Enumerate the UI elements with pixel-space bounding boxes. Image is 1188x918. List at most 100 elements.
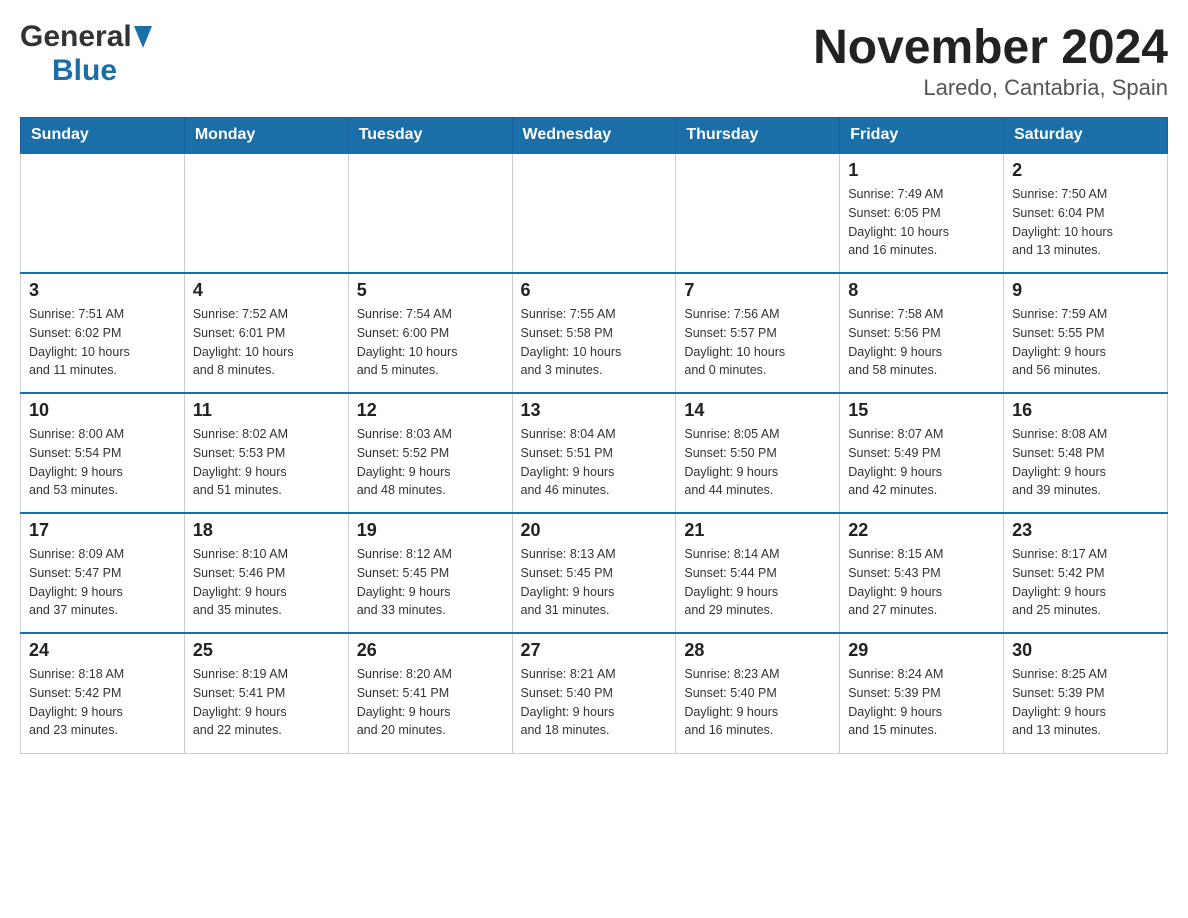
day-number: 10 bbox=[29, 400, 176, 421]
day-info: Sunrise: 8:04 AM Sunset: 5:51 PM Dayligh… bbox=[521, 425, 668, 500]
day-number: 27 bbox=[521, 640, 668, 661]
logo: General Blue bbox=[20, 20, 152, 88]
day-info: Sunrise: 7:58 AM Sunset: 5:56 PM Dayligh… bbox=[848, 305, 995, 380]
day-cell: 1 Sunrise: 7:49 AM Sunset: 6:05 PM Daylig… bbox=[840, 153, 1004, 273]
day-cell: 11 Sunrise: 8:02 AM Sunset: 5:53 PM Dayli… bbox=[184, 393, 348, 513]
day-cell: 16 Sunrise: 8:08 AM Sunset: 5:48 PM Dayli… bbox=[1004, 393, 1168, 513]
day-info: Sunrise: 8:02 AM Sunset: 5:53 PM Dayligh… bbox=[193, 425, 340, 500]
day-number: 7 bbox=[684, 280, 831, 301]
day-info: Sunrise: 8:07 AM Sunset: 5:49 PM Dayligh… bbox=[848, 425, 995, 500]
day-number: 14 bbox=[684, 400, 831, 421]
day-cell bbox=[676, 153, 840, 273]
day-number: 16 bbox=[1012, 400, 1159, 421]
day-info: Sunrise: 8:14 AM Sunset: 5:44 PM Dayligh… bbox=[684, 545, 831, 620]
day-cell: 30Sunrise: 8:25 AM Sunset: 5:39 PM Dayli… bbox=[1004, 633, 1168, 753]
day-info: Sunrise: 8:12 AM Sunset: 5:45 PM Dayligh… bbox=[357, 545, 504, 620]
day-cell: 24Sunrise: 8:18 AM Sunset: 5:42 PM Dayli… bbox=[21, 633, 185, 753]
day-info: Sunrise: 7:54 AM Sunset: 6:00 PM Dayligh… bbox=[357, 305, 504, 380]
day-cell: 9Sunrise: 7:59 AM Sunset: 5:55 PM Daylig… bbox=[1004, 273, 1168, 393]
day-info: Sunrise: 8:05 AM Sunset: 5:50 PM Dayligh… bbox=[684, 425, 831, 500]
day-cell: 18 Sunrise: 8:10 AM Sunset: 5:46 PM Dayli… bbox=[184, 513, 348, 633]
day-number: 29 bbox=[848, 640, 995, 661]
logo-arrow-icon bbox=[134, 26, 152, 48]
day-info: Sunrise: 8:18 AM Sunset: 5:42 PM Dayligh… bbox=[29, 665, 176, 740]
day-cell bbox=[512, 153, 676, 273]
day-cell: 8 Sunrise: 7:58 AM Sunset: 5:56 PM Daylig… bbox=[840, 273, 1004, 393]
day-number: 25 bbox=[193, 640, 340, 661]
day-cell: 19Sunrise: 8:12 AM Sunset: 5:45 PM Dayli… bbox=[348, 513, 512, 633]
day-cell bbox=[184, 153, 348, 273]
weekday-header-tuesday: Tuesday bbox=[348, 118, 512, 154]
calendar-table: SundayMondayTuesdayWednesdayThursdayFrid… bbox=[20, 117, 1168, 754]
day-info: Sunrise: 8:13 AM Sunset: 5:45 PM Dayligh… bbox=[521, 545, 668, 620]
day-info: Sunrise: 7:59 AM Sunset: 5:55 PM Dayligh… bbox=[1012, 305, 1159, 380]
day-cell: 5Sunrise: 7:54 AM Sunset: 6:00 PM Daylig… bbox=[348, 273, 512, 393]
day-cell: 26 Sunrise: 8:20 AM Sunset: 5:41 PM Dayli… bbox=[348, 633, 512, 753]
week-row-1: 1 Sunrise: 7:49 AM Sunset: 6:05 PM Daylig… bbox=[21, 153, 1168, 273]
day-info: Sunrise: 7:52 AM Sunset: 6:01 PM Dayligh… bbox=[193, 305, 340, 380]
day-info: Sunrise: 7:50 AM Sunset: 6:04 PM Dayligh… bbox=[1012, 185, 1159, 260]
day-cell: 20Sunrise: 8:13 AM Sunset: 5:45 PM Dayli… bbox=[512, 513, 676, 633]
day-cell: 2 Sunrise: 7:50 AM Sunset: 6:04 PM Daylig… bbox=[1004, 153, 1168, 273]
weekday-header-friday: Friday bbox=[840, 118, 1004, 154]
day-number: 26 bbox=[357, 640, 504, 661]
day-cell: 3Sunrise: 7:51 AM Sunset: 6:02 PM Daylig… bbox=[21, 273, 185, 393]
day-number: 13 bbox=[521, 400, 668, 421]
day-cell: 13 Sunrise: 8:04 AM Sunset: 5:51 PM Dayli… bbox=[512, 393, 676, 513]
day-number: 28 bbox=[684, 640, 831, 661]
day-number: 21 bbox=[684, 520, 831, 541]
week-row-4: 17 Sunrise: 8:09 AM Sunset: 5:47 PM Dayli… bbox=[21, 513, 1168, 633]
weekday-header-monday: Monday bbox=[184, 118, 348, 154]
day-cell: 22 Sunrise: 8:15 AM Sunset: 5:43 PM Dayli… bbox=[840, 513, 1004, 633]
day-info: Sunrise: 8:24 AM Sunset: 5:39 PM Dayligh… bbox=[848, 665, 995, 740]
day-cell: 4 Sunrise: 7:52 AM Sunset: 6:01 PM Daylig… bbox=[184, 273, 348, 393]
weekday-header-saturday: Saturday bbox=[1004, 118, 1168, 154]
day-number: 2 bbox=[1012, 160, 1159, 181]
day-info: Sunrise: 8:03 AM Sunset: 5:52 PM Dayligh… bbox=[357, 425, 504, 500]
day-info: Sunrise: 8:10 AM Sunset: 5:46 PM Dayligh… bbox=[193, 545, 340, 620]
day-cell: 7 Sunrise: 7:56 AM Sunset: 5:57 PM Daylig… bbox=[676, 273, 840, 393]
day-number: 15 bbox=[848, 400, 995, 421]
day-number: 23 bbox=[1012, 520, 1159, 541]
day-cell: 6Sunrise: 7:55 AM Sunset: 5:58 PM Daylig… bbox=[512, 273, 676, 393]
day-info: Sunrise: 8:09 AM Sunset: 5:47 PM Dayligh… bbox=[29, 545, 176, 620]
logo-general-text: General bbox=[20, 20, 132, 54]
day-cell: 23 Sunrise: 8:17 AM Sunset: 5:42 PM Dayli… bbox=[1004, 513, 1168, 633]
day-number: 8 bbox=[848, 280, 995, 301]
day-info: Sunrise: 8:17 AM Sunset: 5:42 PM Dayligh… bbox=[1012, 545, 1159, 620]
day-cell bbox=[21, 153, 185, 273]
day-info: Sunrise: 8:00 AM Sunset: 5:54 PM Dayligh… bbox=[29, 425, 176, 500]
day-cell: 17 Sunrise: 8:09 AM Sunset: 5:47 PM Dayli… bbox=[21, 513, 185, 633]
day-number: 22 bbox=[848, 520, 995, 541]
weekday-header-thursday: Thursday bbox=[676, 118, 840, 154]
day-number: 17 bbox=[29, 520, 176, 541]
day-cell: 21 Sunrise: 8:14 AM Sunset: 5:44 PM Dayli… bbox=[676, 513, 840, 633]
calendar-title: November 2024 bbox=[813, 20, 1168, 75]
weekday-header-sunday: Sunday bbox=[21, 118, 185, 154]
day-info: Sunrise: 8:08 AM Sunset: 5:48 PM Dayligh… bbox=[1012, 425, 1159, 500]
title-block: November 2024 Laredo, Cantabria, Spain bbox=[813, 20, 1168, 101]
day-cell: 28Sunrise: 8:23 AM Sunset: 5:40 PM Dayli… bbox=[676, 633, 840, 753]
day-number: 12 bbox=[357, 400, 504, 421]
day-info: Sunrise: 7:49 AM Sunset: 6:05 PM Dayligh… bbox=[848, 185, 995, 260]
day-number: 1 bbox=[848, 160, 995, 181]
week-row-5: 24Sunrise: 8:18 AM Sunset: 5:42 PM Dayli… bbox=[21, 633, 1168, 753]
page-header: General Blue November 2024 Laredo, Canta… bbox=[20, 20, 1168, 101]
day-info: Sunrise: 8:15 AM Sunset: 5:43 PM Dayligh… bbox=[848, 545, 995, 620]
day-info: Sunrise: 7:55 AM Sunset: 5:58 PM Dayligh… bbox=[521, 305, 668, 380]
day-info: Sunrise: 8:20 AM Sunset: 5:41 PM Dayligh… bbox=[357, 665, 504, 740]
day-number: 4 bbox=[193, 280, 340, 301]
day-cell: 15 Sunrise: 8:07 AM Sunset: 5:49 PM Dayli… bbox=[840, 393, 1004, 513]
day-info: Sunrise: 7:51 AM Sunset: 6:02 PM Dayligh… bbox=[29, 305, 176, 380]
week-row-3: 10 Sunrise: 8:00 AM Sunset: 5:54 PM Dayli… bbox=[21, 393, 1168, 513]
weekday-header-wednesday: Wednesday bbox=[512, 118, 676, 154]
day-info: Sunrise: 8:19 AM Sunset: 5:41 PM Dayligh… bbox=[193, 665, 340, 740]
day-info: Sunrise: 8:25 AM Sunset: 5:39 PM Dayligh… bbox=[1012, 665, 1159, 740]
day-cell bbox=[348, 153, 512, 273]
day-info: Sunrise: 8:21 AM Sunset: 5:40 PM Dayligh… bbox=[521, 665, 668, 740]
day-cell: 27 Sunrise: 8:21 AM Sunset: 5:40 PM Dayli… bbox=[512, 633, 676, 753]
day-number: 18 bbox=[193, 520, 340, 541]
day-info: Sunrise: 7:56 AM Sunset: 5:57 PM Dayligh… bbox=[684, 305, 831, 380]
day-number: 11 bbox=[193, 400, 340, 421]
day-cell: 12 Sunrise: 8:03 AM Sunset: 5:52 PM Dayli… bbox=[348, 393, 512, 513]
